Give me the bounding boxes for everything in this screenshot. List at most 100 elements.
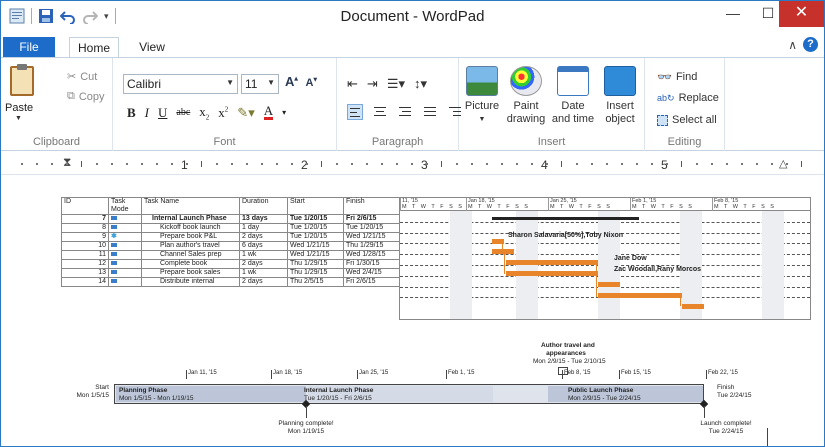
minimize-button[interactable]: — [713, 1, 753, 27]
ruler-tick [546, 163, 548, 165]
strikethrough-icon[interactable]: abc [176, 107, 190, 118]
timeline-bar[interactable]: Planning Phase Mon 1/5/15 - Mon 1/19/15 … [114, 384, 704, 404]
increase-indent-icon[interactable]: ⇥ [367, 76, 378, 92]
font-color-icon[interactable]: A [263, 104, 274, 121]
table-row[interactable]: 9 ✱ Prepare book P&L 2 days Tue 1/20/15 Wed 1… [61, 232, 400, 242]
cut-button[interactable]: ✂ Cut [67, 70, 97, 84]
ruler-tick [591, 163, 593, 165]
ruler-tick [81, 161, 82, 167]
tab-file[interactable]: File [3, 37, 55, 57]
tab-home[interactable]: Home [69, 37, 119, 58]
bullet-list-icon[interactable]: ☰▾ [387, 76, 405, 92]
table-cell: Thu 1/29/15 [287, 268, 344, 278]
table-cell: 7 [61, 214, 109, 224]
copy-button[interactable]: ⧉ Copy [67, 90, 105, 103]
highlight-icon[interactable]: ✎▾ [237, 105, 254, 121]
paste-button[interactable]: Paste [5, 102, 33, 114]
table-cell: Wed 1/28/15 [343, 250, 400, 260]
task-mode-cell [108, 241, 142, 251]
ruler-tick [51, 163, 53, 165]
ruler-tick [111, 163, 113, 165]
font-group: Calibri ▼ 11 ▼ A▴ A▾ B I U abc x2 x2 ✎▾ … [113, 58, 337, 151]
callout-title: appearances [546, 350, 586, 357]
summary-bar-internal-launch [492, 217, 639, 220]
task-mode-cell: ✱ [108, 232, 142, 242]
paint-drawing-label: Paint drawing [506, 100, 546, 125]
grow-font-icon[interactable]: A▴ [285, 74, 298, 89]
table-cell: 12 [61, 259, 109, 269]
editing-group-label: Editing [667, 136, 702, 148]
underline-icon[interactable]: U [158, 105, 167, 121]
chevron-down-icon: ▼ [267, 78, 275, 87]
gantt-timescale: 11, '15 M T W T F S S Jan 18, '15 M T W T F… [400, 198, 810, 211]
table-row[interactable]: 14 Distribute internal 2 days Thu 2/5/15 Fri… [61, 277, 400, 287]
table-cell: Tue 1/20/15 [287, 223, 344, 233]
decrease-indent-icon[interactable]: ⇤ [347, 76, 358, 92]
justify-icon[interactable] [422, 104, 438, 120]
phase-dates: Mon 2/9/15 - Tue 2/24/15 [568, 395, 641, 402]
paste-dropdown-icon[interactable]: ▼ [15, 115, 22, 122]
timescale-week: Feb 1, '15 M T W T F S S [630, 198, 694, 211]
timescale-week: 11, '15 M T W T F S S [400, 198, 464, 211]
resource-label: Jane Dow [614, 255, 647, 262]
help-icon[interactable]: ? [803, 37, 818, 52]
align-right-icon[interactable] [397, 104, 413, 120]
ruler-tick [636, 163, 638, 165]
auto-task-icon [111, 216, 117, 220]
calendar-icon [557, 66, 589, 96]
phase-dates: Tue 1/20/15 - Fri 2/6/15 [304, 395, 372, 402]
table-cell: 11 [61, 250, 109, 260]
editing-group: 👓 Find ab↻ Replace Select all Editing [645, 58, 725, 151]
table-cell: Fri 2/6/15 [343, 277, 400, 287]
phase-name: Planning Phase [119, 387, 168, 394]
table-cell: Thu 1/29/15 [287, 259, 344, 269]
paste-icon[interactable] [10, 64, 34, 96]
font-family-select[interactable]: Calibri ▼ [123, 74, 238, 94]
ruler[interactable]: ⧗ △ 1 2 3 4 5 [1, 152, 824, 175]
insert-object-button[interactable]: Insert object [599, 66, 641, 126]
table-row[interactable]: 7 Internal Launch Phase 13 days Tue 1/20/15… [61, 214, 400, 224]
select-all-button[interactable]: Select all [657, 114, 717, 126]
picture-button[interactable]: Picture ▼ [463, 66, 501, 126]
phase-name: Internal Launch Phase [304, 387, 374, 394]
font-size-select[interactable]: 11 ▼ [241, 74, 279, 94]
ruler-number: 3 [421, 158, 428, 172]
replace-button[interactable]: ab↻ Replace [657, 92, 719, 104]
insert-object-label: Insert object [605, 100, 635, 125]
ruler-tick [306, 163, 308, 165]
italic-icon[interactable]: I [145, 105, 149, 121]
tab-view[interactable]: View [129, 37, 175, 57]
subscript-icon[interactable]: x2 [199, 104, 209, 122]
table-row[interactable]: 8 Kickoff book launch 1 day Tue 1/20/15 Tue … [61, 223, 400, 233]
collapse-ribbon-icon[interactable]: ∧ [788, 38, 797, 52]
ruler-tick [96, 163, 98, 165]
shrink-font-icon[interactable]: A▾ [306, 76, 317, 89]
timeline-date: Feb 22, '15 [706, 370, 738, 379]
picture-label: Picture [464, 100, 500, 112]
font-color-dropdown-icon[interactable]: ▾ [282, 108, 286, 117]
find-button[interactable]: 👓 Find [657, 70, 697, 84]
table-row[interactable]: 12 Complete book 2 days Thu 1/29/15 Fri 1/30… [61, 259, 400, 269]
gantt-header-row: ID Task Mode Task Name Duration Start Fi… [61, 197, 400, 215]
table-row[interactable]: 13 Prepare book sales 1 wk Thu 1/29/15 Wed 2… [61, 268, 400, 278]
table-cell: 13 days [239, 214, 288, 224]
date-time-button[interactable]: Date and time [551, 66, 595, 126]
task-bar-13 [598, 293, 682, 298]
ruler-number: 5 [661, 158, 668, 172]
align-left-icon[interactable] [347, 104, 363, 120]
table-row[interactable]: 10 Plan author's travel 6 days Wed 1/21/15 T… [61, 241, 400, 251]
object-icon [604, 66, 636, 96]
paint-drawing-button[interactable]: Paint drawing [505, 66, 547, 126]
align-center-icon[interactable] [372, 104, 388, 120]
superscript-icon[interactable]: x2 [218, 105, 228, 121]
callout-dates: Mon 2/9/15 - Tue 2/10/15 [533, 358, 606, 365]
bold-icon[interactable]: B [127, 105, 136, 121]
timeline-date: Feb 8, '15 [562, 370, 591, 379]
ruler-tick [756, 163, 758, 165]
table-row[interactable]: 11 Channel Sales prep 1 wk Wed 1/21/15 Wed 1… [61, 250, 400, 260]
close-button[interactable]: ✕ [779, 1, 824, 27]
document-area[interactable]: ID Task Mode Task Name Duration Start Fi… [1, 176, 824, 446]
table-cell: 2 days [239, 259, 288, 269]
line-spacing-icon[interactable]: ↕▾ [414, 76, 427, 92]
dependency-link [502, 244, 503, 250]
